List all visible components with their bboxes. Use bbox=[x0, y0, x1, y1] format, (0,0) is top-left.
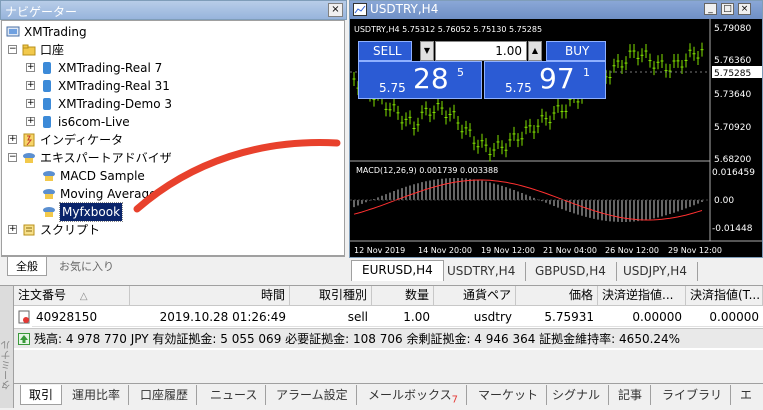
annotation-arrow bbox=[133, 139, 341, 213]
navigator-title-bar: ナビゲーター × bbox=[0, 0, 347, 20]
buy-button[interactable]: BUY bbox=[546, 41, 606, 61]
price-tick: 5.73640 bbox=[714, 90, 751, 100]
terminal-panel: ターミナル 注文番号 △ 時間 取引種別 数量 通貨ペア 価格 決済逆指値...… bbox=[0, 285, 763, 408]
chart-window-icon bbox=[353, 3, 367, 16]
cell-volume: 1.00 bbox=[372, 307, 434, 327]
tab-usdtry[interactable]: USDTRY,H4 bbox=[437, 262, 527, 281]
maximize-icon[interactable]: □ bbox=[721, 3, 734, 15]
minimize-icon[interactable]: _ bbox=[704, 3, 717, 15]
tab-alerts[interactable]: アラーム設定 bbox=[268, 385, 357, 405]
column-header-symbol[interactable]: 通貨ペア bbox=[434, 286, 516, 306]
time-tick: 12 Nov 2019 bbox=[354, 246, 405, 255]
buy-price-box[interactable]: 5.75 97 1 bbox=[484, 61, 606, 99]
tab-library[interactable]: ライブラリ bbox=[654, 385, 732, 405]
column-header-time[interactable]: 時間 bbox=[130, 286, 290, 306]
navigator-tree[interactable]: XMTrading − 口座 + XMTrading-Real 7 + XMTr… bbox=[1, 20, 345, 256]
terminal-side-label: ターミナル bbox=[2, 340, 13, 390]
time-tick: 19 Nov 12:00 bbox=[481, 246, 535, 255]
macd-tick: -0.01448 bbox=[712, 224, 753, 234]
balance-arrow-icon bbox=[18, 333, 30, 345]
tab-experts[interactable]: エ bbox=[732, 385, 760, 405]
tab-mailbox[interactable]: メールボックス7 bbox=[360, 385, 468, 406]
cell-takeprofit: 0.00000 bbox=[686, 307, 763, 327]
column-header-order[interactable]: 注文番号 △ bbox=[14, 286, 130, 306]
time-tick: 21 Nov 04:00 bbox=[543, 246, 597, 255]
sell-button[interactable]: SELL bbox=[358, 41, 412, 61]
tab-market[interactable]: マーケット bbox=[470, 385, 548, 405]
tab-trade[interactable]: 取引 bbox=[20, 385, 63, 405]
lot-input[interactable]: 1.00 bbox=[435, 41, 527, 61]
navigator-panel: ナビゲーター × XMTrading − 口座 + XMTrading-Real… bbox=[0, 0, 347, 276]
macd-tick: 0.016459 bbox=[712, 168, 755, 178]
macd-tick: 0.00 bbox=[714, 196, 734, 206]
chart-tabs: EURUSD,H4 USDTRY,H4 GBPUSD,H4 USDJPY,H4 bbox=[349, 260, 763, 282]
price-tick: 5.76360 bbox=[714, 56, 751, 66]
tab-eurusd[interactable]: EURUSD,H4 bbox=[351, 260, 444, 281]
time-tick: 29 Nov 12:00 bbox=[668, 246, 722, 255]
balance-row: 残高: 4 978 770 JPY 有効証拠金: 5 055 069 必要証拠金… bbox=[14, 328, 763, 348]
cell-order-id: 40928150 bbox=[32, 307, 130, 327]
navigator-tabs: 全般 お気に入り bbox=[1, 256, 345, 276]
macd-label: MACD(12,26,9) 0.001739 0.003388 bbox=[356, 166, 498, 175]
time-tick: 26 Nov 12:00 bbox=[605, 246, 659, 255]
sell-order-icon bbox=[18, 310, 30, 324]
tab-general[interactable]: 全般 bbox=[7, 257, 47, 276]
time-tick: 14 Nov 20:00 bbox=[418, 246, 472, 255]
cell-type: sell bbox=[290, 307, 372, 327]
cell-time: 2019.10.28 01:26:49 bbox=[130, 307, 290, 327]
price-tick: 5.68200 bbox=[714, 155, 751, 165]
cell-stoploss: 0.00000 bbox=[598, 307, 686, 327]
balance-summary: 残高: 4 978 770 JPY 有効証拠金: 5 055 069 必要証拠金… bbox=[34, 332, 681, 346]
column-header-stoploss[interactable]: 決済逆指値... bbox=[598, 286, 686, 306]
mailbox-count-badge: 7 bbox=[451, 394, 459, 406]
chart-window: USDTRY,H4 _ □ × USDTRY,H4 5.75312 5.7605… bbox=[349, 0, 763, 258]
lot-increase-icon[interactable]: ▲ bbox=[528, 41, 542, 61]
terminal-tabs: 取引 運用比率 口座履歴 ニュース アラーム設定 メールボックス7 マーケット … bbox=[14, 383, 763, 408]
chart-info-line: USDTRY,H4 5.75312 5.76052 5.75130 5.7528… bbox=[354, 25, 542, 34]
close-icon[interactable]: × bbox=[738, 3, 751, 15]
tab-articles[interactable]: 記事 bbox=[610, 385, 652, 405]
cell-symbol: usdtry bbox=[434, 307, 516, 327]
column-header-type[interactable]: 取引種別 bbox=[290, 286, 372, 306]
tab-usdjpy[interactable]: USDJPY,H4 bbox=[613, 262, 698, 281]
column-header-volume[interactable]: 数量 bbox=[372, 286, 434, 306]
price-tick: 5.70920 bbox=[714, 123, 751, 133]
tab-signals[interactable]: シグナル bbox=[544, 385, 610, 405]
current-price-tick: 5.75285 bbox=[714, 69, 751, 79]
tab-news[interactable]: ニュース bbox=[202, 385, 267, 405]
column-header-takeprofit[interactable]: 決済指値(T... bbox=[686, 286, 763, 306]
close-icon[interactable]: × bbox=[328, 3, 343, 17]
sell-price-box[interactable]: 5.75 28 5 bbox=[358, 61, 482, 99]
navigator-title: ナビゲーター bbox=[5, 5, 78, 19]
cell-price: 5.75931 bbox=[516, 307, 598, 327]
tab-favorites[interactable]: お気に入り bbox=[51, 257, 122, 276]
column-header-price[interactable]: 価格 bbox=[516, 286, 598, 306]
terminal-side-bar: ターミナル bbox=[0, 286, 14, 408]
chart-window-title: USDTRY,H4 bbox=[370, 2, 439, 16]
chart-title-bar: USDTRY,H4 _ □ × bbox=[350, 1, 762, 19]
lot-decrease-icon[interactable]: ▼ bbox=[420, 41, 434, 61]
tab-exposure[interactable]: 運用比率 bbox=[64, 385, 130, 405]
orders-table[interactable]: 注文番号 △ 時間 取引種別 数量 通貨ペア 価格 決済逆指値... 決済指値(… bbox=[14, 286, 763, 350]
tab-account-history[interactable]: 口座履歴 bbox=[132, 385, 198, 405]
sort-ascending-icon: △ bbox=[79, 291, 88, 302]
tab-gbpusd[interactable]: GBPUSD,H4 bbox=[525, 262, 617, 281]
price-tick: 5.79080 bbox=[714, 24, 751, 34]
